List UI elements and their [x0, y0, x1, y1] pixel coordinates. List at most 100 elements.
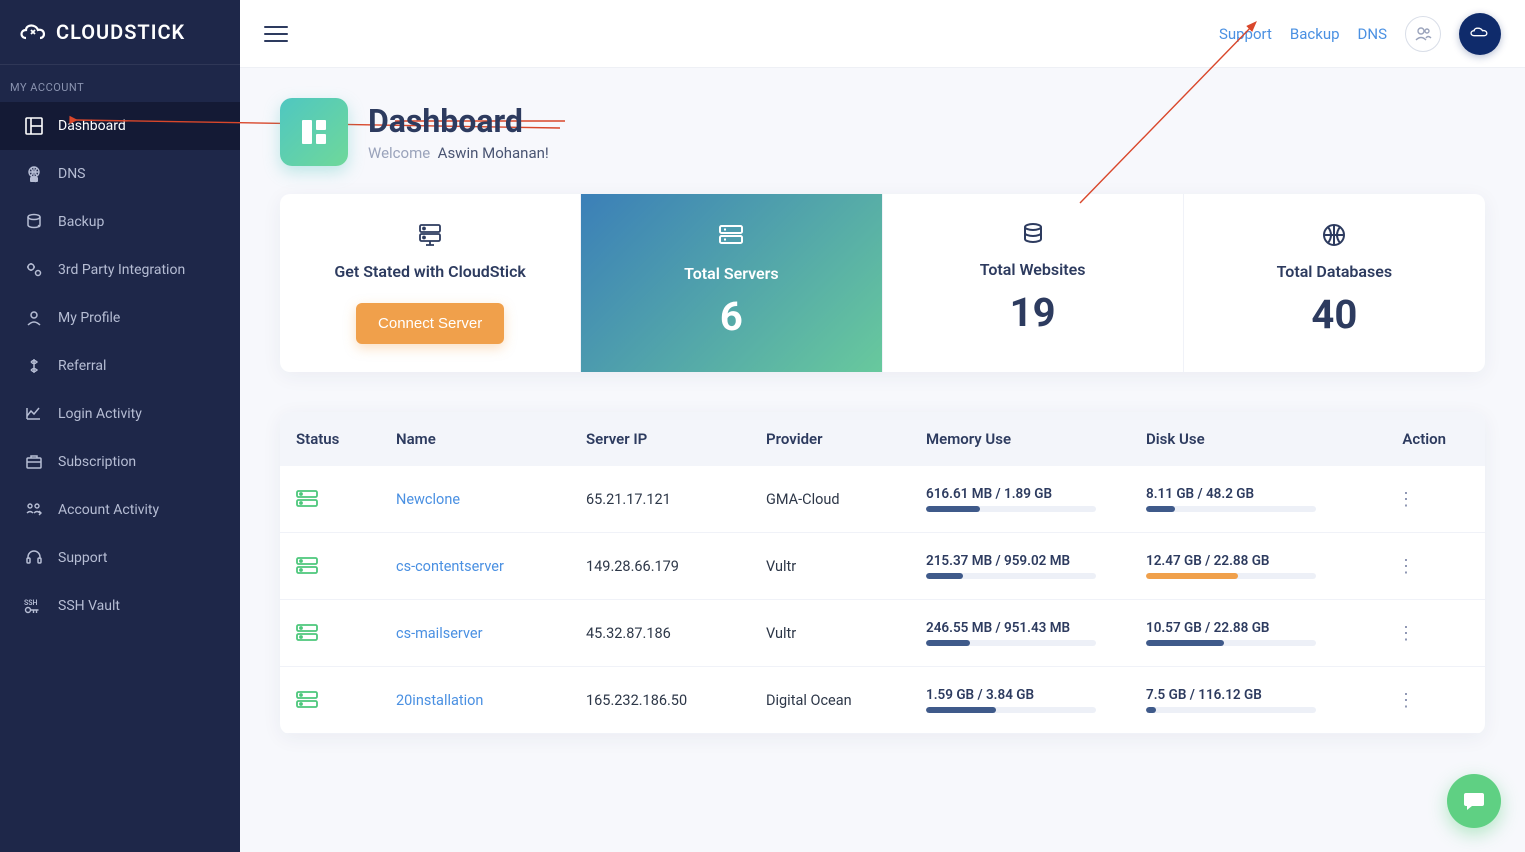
status-icon: [296, 490, 396, 508]
status-icon: [296, 691, 396, 709]
server-name-link[interactable]: 20installation: [396, 692, 483, 709]
disk-cell: 12.47 GB / 22.88 GB: [1146, 553, 1366, 579]
sidebar-item-label: DNS: [58, 166, 86, 182]
disk-cell: 8.11 GB / 48.2 GB: [1146, 486, 1366, 512]
main: Support Backup DNS: [240, 0, 1525, 852]
server-provider: GMA-Cloud: [766, 491, 926, 508]
logo-icon: [18, 20, 48, 44]
svg-text:DNS: DNS: [31, 178, 37, 182]
stats-cards: Get Stated with CloudStick Connect Serve…: [280, 194, 1485, 372]
memory-label: 616.61 MB / 1.89 GB: [926, 486, 1146, 502]
memory-cell: 616.61 MB / 1.89 GB: [926, 486, 1146, 512]
sidebar-item-label: Referral: [58, 358, 106, 374]
support-icon: [24, 548, 44, 568]
th-ip: Server IP: [586, 430, 766, 448]
th-action: Action: [1366, 430, 1446, 448]
status-icon: [296, 557, 396, 575]
server-icon: [417, 222, 443, 248]
connect-server-button[interactable]: Connect Server: [356, 303, 504, 344]
page-icon: [280, 98, 348, 166]
sidebar-item-integration[interactable]: 3rd Party Integration: [0, 246, 240, 294]
sidebar-item-label: Dashboard: [58, 118, 126, 134]
server-name-link[interactable]: cs-mailserver: [396, 625, 482, 642]
svg-text:SSH: SSH: [24, 599, 38, 607]
server-name-link[interactable]: cs-contentserver: [396, 558, 504, 575]
servers-stack-icon: [717, 222, 745, 250]
sidebar-item-ssh-vault[interactable]: SSH SSH Vault: [0, 582, 240, 630]
sidebar-item-label: Support: [58, 550, 107, 566]
memory-label: 246.55 MB / 951.43 MB: [926, 620, 1146, 636]
card-get-started: Get Stated with CloudStick Connect Serve…: [280, 194, 581, 372]
card-total-databases[interactable]: Total Databases 40: [1184, 194, 1485, 372]
table-row: Newclone 65.21.17.121 GMA-Cloud 616.61 M…: [280, 466, 1485, 533]
row-actions-menu[interactable]: ⋮: [1366, 690, 1446, 711]
server-name-link[interactable]: Newclone: [396, 491, 460, 508]
globe-icon: [1321, 222, 1347, 248]
memory-bar: [926, 573, 1096, 579]
sidebar-item-support[interactable]: Support: [0, 534, 240, 582]
brand-logo[interactable]: CLOUDSTICK: [0, 0, 240, 65]
sidebar-item-label: Subscription: [58, 454, 136, 470]
sidebar-item-label: 3rd Party Integration: [58, 262, 185, 278]
topnav-link-backup[interactable]: Backup: [1290, 25, 1340, 43]
profile-icon: [24, 308, 44, 328]
referral-icon: [24, 356, 44, 376]
content-area: Dashboard Welcome Aswin Mohanan! Get Sta…: [240, 68, 1525, 852]
sidebar-item-account-activity[interactable]: Account Activity: [0, 486, 240, 534]
sidebar: CLOUDSTICK MY ACCOUNT Dashboard DNS DNS …: [0, 0, 240, 852]
server-ip: 165.232.186.50: [586, 692, 766, 709]
topnav-link-dns[interactable]: DNS: [1358, 25, 1387, 43]
memory-label: 215.37 MB / 959.02 MB: [926, 553, 1146, 569]
sidebar-item-dashboard[interactable]: Dashboard: [0, 102, 240, 150]
th-name: Name: [396, 430, 586, 448]
card-label: Total Servers: [601, 264, 861, 283]
chat-fab-button[interactable]: [1447, 774, 1501, 828]
sidebar-item-subscription[interactable]: Subscription: [0, 438, 240, 486]
page-header: Dashboard Welcome Aswin Mohanan!: [280, 98, 1485, 166]
disk-bar: [1146, 506, 1316, 512]
th-memory: Memory Use: [926, 430, 1146, 448]
topnav-link-support[interactable]: Support: [1219, 25, 1272, 43]
disk-bar: [1146, 640, 1316, 646]
sidebar-item-login-activity[interactable]: Login Activity: [0, 390, 240, 438]
users-icon[interactable]: [1405, 16, 1441, 52]
login-activity-icon: [24, 404, 44, 424]
menu-toggle-button[interactable]: [264, 26, 288, 42]
dns-icon: DNS: [24, 164, 44, 184]
card-label: Total Databases: [1204, 262, 1465, 281]
card-value: 19: [903, 289, 1163, 336]
database-icon: [1021, 222, 1045, 246]
server-provider: Vultr: [766, 558, 926, 575]
server-ip: 45.32.87.186: [586, 625, 766, 642]
sidebar-item-profile[interactable]: My Profile: [0, 294, 240, 342]
th-status: Status: [296, 430, 396, 448]
sidebar-item-dns[interactable]: DNS DNS: [0, 150, 240, 198]
row-actions-menu[interactable]: ⋮: [1366, 489, 1446, 510]
card-total-websites[interactable]: Total Websites 19: [883, 194, 1184, 372]
topbar: Support Backup DNS: [240, 0, 1525, 68]
card-total-servers[interactable]: Total Servers 6: [581, 194, 882, 372]
server-ip: 149.28.66.179: [586, 558, 766, 575]
disk-bar: [1146, 707, 1316, 713]
sidebar-item-backup[interactable]: Backup: [0, 198, 240, 246]
memory-label: 1.59 GB / 3.84 GB: [926, 687, 1146, 703]
sidebar-item-label: Login Activity: [58, 406, 142, 422]
row-actions-menu[interactable]: ⋮: [1366, 623, 1446, 644]
brand-text: CLOUDSTICK: [56, 20, 185, 44]
sidebar-item-label: Backup: [58, 214, 104, 230]
status-icon: [296, 624, 396, 642]
disk-cell: 7.5 GB / 116.12 GB: [1146, 687, 1366, 713]
sidebar-item-label: Account Activity: [58, 502, 159, 518]
th-provider: Provider: [766, 430, 926, 448]
dashboard-icon: [24, 116, 44, 136]
sidebar-item-referral[interactable]: Referral: [0, 342, 240, 390]
backup-icon: [24, 212, 44, 232]
row-actions-menu[interactable]: ⋮: [1366, 556, 1446, 577]
page-subtitle: Welcome Aswin Mohanan!: [368, 144, 549, 162]
disk-bar: [1146, 573, 1316, 579]
user-avatar[interactable]: [1459, 13, 1501, 55]
welcome-prefix: Welcome: [368, 144, 430, 162]
sidebar-section-label: MY ACCOUNT: [0, 65, 240, 102]
memory-cell: 215.37 MB / 959.02 MB: [926, 553, 1146, 579]
sidebar-item-label: My Profile: [58, 310, 120, 326]
